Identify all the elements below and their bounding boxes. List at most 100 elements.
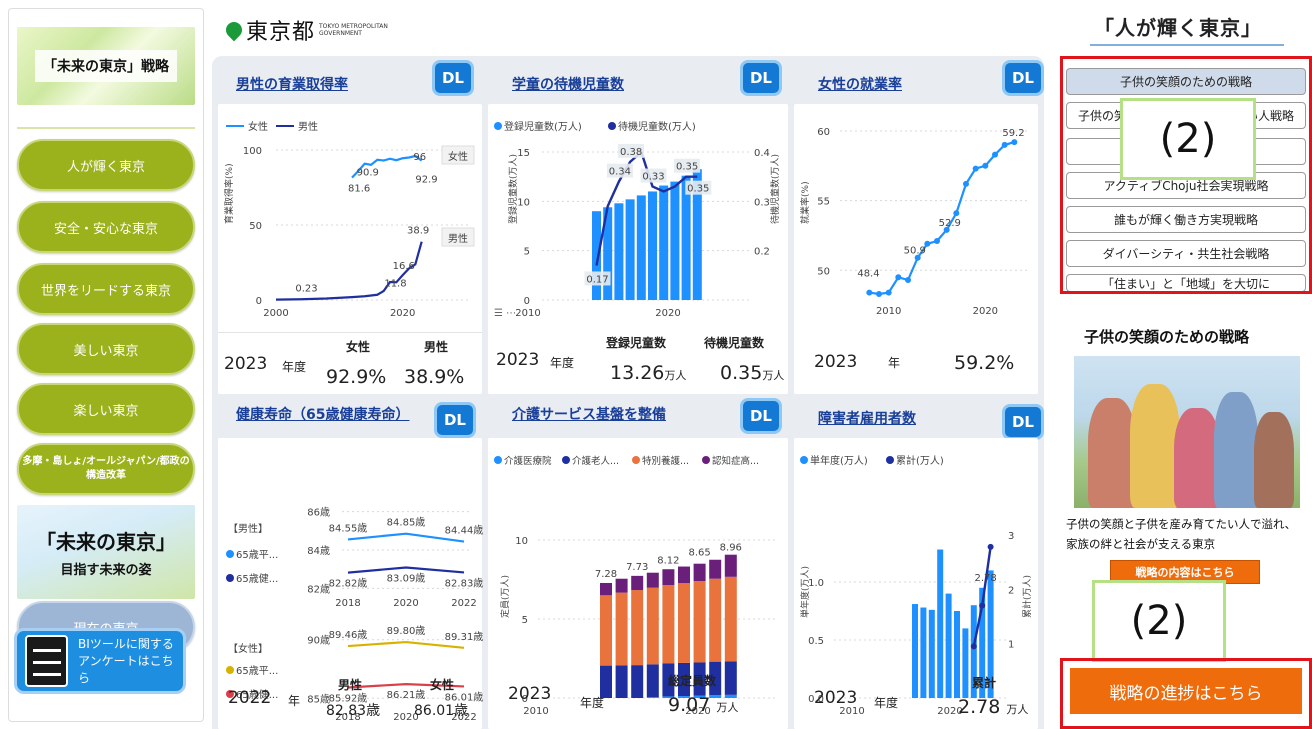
legend-dot	[562, 456, 570, 464]
y2-tick-label: 0.4	[754, 148, 770, 159]
sidebar-item-hito[interactable]: 人が輝く東京	[17, 139, 195, 191]
point-label: 84.55歳	[329, 522, 368, 534]
line-label: 0.35	[676, 162, 698, 173]
point-label: 82.83歳	[445, 577, 484, 589]
bar	[592, 211, 601, 300]
legend-dot-waiting	[608, 122, 616, 130]
checklist-icon	[25, 635, 69, 687]
logo-subtext: TOKYO METROPOLITAN GOVERNMENT	[319, 23, 388, 37]
data-point	[1011, 139, 1018, 146]
dl-button-shogai[interactable]: DL	[1002, 404, 1044, 440]
y-tick-label: 100	[243, 146, 262, 157]
bar	[937, 549, 944, 698]
card-title-kenko[interactable]: 健康寿命（65歳健康寿命）	[236, 404, 409, 424]
tokyo-logo: 東京都 TOKYO METROPOLITAN GOVERNMENT	[222, 14, 389, 46]
legend-label: 介護医療院	[504, 455, 552, 467]
point-label: 90.9	[357, 168, 379, 179]
y-tick-label: 5	[524, 247, 530, 258]
data-point	[895, 274, 902, 281]
panel-label-female: 女性	[448, 150, 468, 163]
stat-year: 2023	[496, 350, 540, 370]
bar	[670, 181, 680, 300]
ginkgo-leaf-icon	[222, 18, 246, 42]
y-tick-label: 5	[522, 615, 528, 626]
data-point	[970, 643, 977, 650]
y-tick-label: 0.5	[808, 636, 824, 647]
dl-button-ikugyo[interactable]: DL	[432, 60, 474, 96]
legend-label: 介護老人...	[572, 455, 619, 467]
data-point	[992, 151, 998, 158]
y-tick-label: 15	[517, 148, 530, 159]
legend-label-male: 男性	[298, 120, 318, 133]
bar	[928, 609, 935, 698]
card-title-kaigo[interactable]: 介護サービス基盤を整備	[512, 404, 666, 424]
annotation-label-1: (2)	[1120, 98, 1256, 180]
legend-label: 認知症高...	[712, 455, 759, 467]
bar	[945, 593, 952, 698]
title-underline	[1090, 44, 1284, 46]
survey-line2: アンケートはこちら	[78, 653, 174, 685]
stacked-bar-segment	[678, 583, 690, 663]
stat-head-waiting: 待機児童数	[704, 336, 765, 350]
series-line	[347, 640, 465, 649]
sidebar-item-anzen[interactable]: 安全・安心な東京	[17, 201, 195, 253]
x-tick-label: 2022	[451, 598, 476, 609]
stat-year: 2023	[224, 354, 268, 374]
total-label: 8.65	[688, 547, 710, 558]
y-tick-label: 10	[515, 536, 528, 547]
strategy-banner[interactable]: 「未来の東京」戦略	[17, 27, 195, 105]
survey-line1: BIツールに関する	[78, 636, 174, 651]
stat-value-registered: 13.26万人	[610, 362, 687, 384]
data-point	[953, 210, 960, 217]
dl-button-kenko[interactable]: DL	[434, 402, 476, 438]
future-banner-title: 「未来の東京」	[36, 530, 176, 554]
y2-tick-label: 2	[1008, 585, 1014, 596]
x-tick-label: 2010	[515, 308, 540, 319]
stat-value-total: 9.07 万人	[668, 694, 739, 716]
y-axis-label: 単年度(万人)	[799, 566, 811, 618]
y-tick-label: 10	[517, 197, 530, 208]
panel-label-male: 男性	[448, 232, 468, 245]
card-title-shogai[interactable]: 障害者雇用者数	[818, 408, 916, 428]
stat-value-female: 86.01歳	[414, 703, 469, 719]
data-point	[972, 165, 979, 172]
point-label: 48.4	[857, 269, 879, 280]
sidebar-item-tanoshii[interactable]: 楽しい東京	[17, 383, 195, 435]
x-tick-label: 2020	[393, 598, 418, 609]
card-divider	[218, 332, 482, 333]
y2-axis-label: 累計(万人)	[1021, 575, 1033, 618]
total-label: 7.28	[595, 569, 617, 580]
strategy-progress-button[interactable]: 戦略の進捗はこちら	[1070, 668, 1302, 714]
card-title-gakudo[interactable]: 学童の待機児童数	[512, 74, 624, 94]
group-label-male: 【男性】	[228, 522, 268, 535]
stat-value-female: 92.9%	[326, 366, 387, 388]
stat-value-cumulative: 2.78 万人	[958, 696, 1029, 718]
stacked-bar-segment	[709, 559, 722, 579]
point-label: 84.44歳	[445, 525, 484, 537]
stat-head-registered: 登録児童数	[606, 336, 667, 350]
dl-button-shugyo[interactable]: DL	[1002, 60, 1044, 96]
stat-year: 2022	[228, 688, 272, 708]
y-tick-label: 55	[817, 197, 830, 208]
y2-axis-label: 待機児童数(万人)	[769, 154, 781, 224]
legend-label-female: 女性	[248, 120, 268, 133]
sidebar-item-sekai[interactable]: 世界をリードする東京	[17, 263, 195, 315]
data-point	[1001, 141, 1008, 148]
legend-label: 65歳平...	[236, 665, 278, 677]
card-title-shugyo[interactable]: 女性の就業率	[818, 74, 902, 94]
sidebar-item-tama[interactable]: 多摩・島しょ/オールジャパン/都政の構造改革	[17, 443, 195, 495]
legend-label: 特別養護...	[642, 455, 689, 467]
stacked-bar-segment	[615, 592, 628, 666]
x-tick-label: 2010	[523, 706, 548, 717]
dl-button-gakudo[interactable]: DL	[740, 60, 782, 96]
dashboard: 男性の育業取得率 DL 女性 男性 0 50 100 2000 2020 育業取得率(%) 81…	[212, 56, 1044, 729]
card-title-ikugyo[interactable]: 男性の育業取得率	[236, 74, 348, 94]
dl-button-kaigo[interactable]: DL	[740, 398, 782, 434]
sidebar-item-utsukushii[interactable]: 美しい東京	[17, 323, 195, 375]
future-banner[interactable]: 「未来の東京」 目指す未来の姿	[17, 505, 195, 599]
y-tick-label: 0	[256, 296, 262, 307]
stacked-bar-segment	[724, 554, 737, 577]
legend-dot-cumulative	[886, 456, 894, 464]
survey-button[interactable]: BIツールに関するアンケートはこちら	[14, 628, 186, 694]
x-tick-label: 2010	[876, 306, 901, 317]
